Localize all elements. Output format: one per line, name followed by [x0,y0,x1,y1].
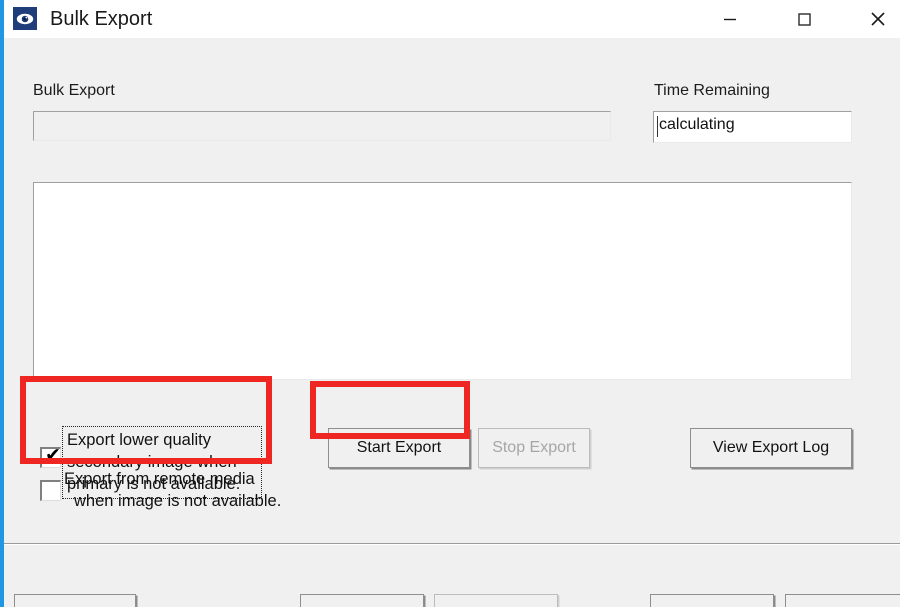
finish-button[interactable]: Finish [650,594,774,607]
footer-divider [4,543,900,545]
minimize-button[interactable] [698,0,762,38]
eye-icon [12,6,38,31]
option-2-line-2: when image is not available. [74,492,281,510]
text-caret [657,116,658,137]
checkbox-export-remote-media[interactable] [40,480,61,501]
help-button[interactable]: Help [14,594,136,607]
maximize-icon [794,9,814,29]
option-2-line-1: Export from remote media [64,470,255,488]
checkbox-export-lower-quality[interactable]: ✔ [40,447,61,468]
next-button[interactable]: Next > [434,594,558,607]
checkmark-icon: ✔ [45,447,60,464]
view-export-log-button[interactable]: View Export Log [690,428,852,468]
title-bar: Bulk Export [4,0,900,39]
time-remaining-field[interactable]: calculating [653,111,852,143]
bulk-export-dialog: Bulk Export Bulk Export Time Remaining [0,0,900,607]
start-export-button[interactable]: Start Export [328,428,470,468]
time-remaining-value: calculating [659,116,735,134]
export-log-listbox[interactable] [33,182,852,380]
option-1-line-1: Export lower quality [67,431,211,449]
close-icon [867,8,889,30]
cancel-button[interactable]: Cancel [785,594,900,607]
minimize-icon [720,9,740,29]
dialog-client-area: Bulk Export Time Remaining calculating ✔… [4,38,900,607]
bulk-export-label: Bulk Export [33,82,115,100]
close-button[interactable] [846,0,900,38]
stop-export-button[interactable]: Stop Export [478,428,590,468]
maximize-button[interactable] [772,0,836,38]
back-button[interactable]: < Back [300,594,424,607]
checkbox-export-remote-media-label[interactable]: Export from remote media when image is n… [64,468,304,512]
time-remaining-label: Time Remaining [654,82,770,100]
window-title: Bulk Export [50,6,152,32]
export-progress-bar [33,111,611,141]
